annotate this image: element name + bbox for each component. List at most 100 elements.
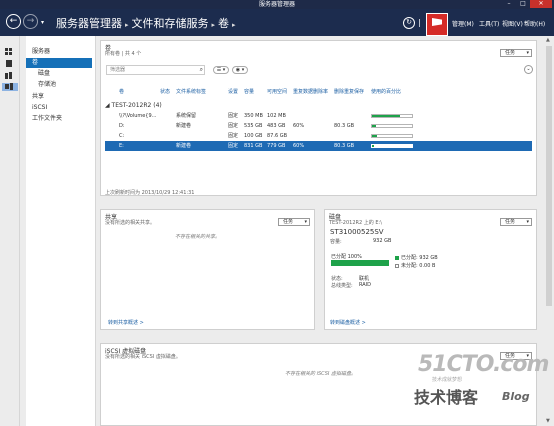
back-icon[interactable]: ← xyxy=(6,14,21,29)
collapse-icon[interactable]: ⌄ xyxy=(524,65,533,74)
cell-dedup-saved: 80.3 GB xyxy=(334,123,355,129)
criteria-button[interactable]: ◉ ▾ xyxy=(232,66,248,74)
sub-navigation: 服务器 卷 磁盘 存储池 共享 iSCSI 工作文件夹 xyxy=(26,36,96,426)
watermark-cn: 技术博客 xyxy=(414,388,479,407)
usage-bar xyxy=(371,144,413,148)
history-dropdown-icon[interactable]: ▾ xyxy=(41,19,44,26)
volumes-tasks-button[interactable]: 任务 xyxy=(500,49,532,57)
watermark-blog: Blog xyxy=(502,390,530,403)
col-percent-used[interactable]: 使用的百分比 xyxy=(371,88,401,95)
query-options-button[interactable]: ☰ ▾ xyxy=(213,66,229,74)
search-icon[interactable]: ⌕ xyxy=(200,66,203,74)
table-row[interactable]: C: 固定 100 GB 87.6 GB xyxy=(105,131,532,141)
usage-bar xyxy=(371,124,413,128)
cell-capacity: 535 GB xyxy=(244,123,263,129)
iscsi-subtitle: 没有所选的相关 iSCSI 虚拟磁盘。 xyxy=(105,354,181,360)
subnav-item-disks[interactable]: 磁盘 xyxy=(38,69,50,79)
scroll-thumb[interactable] xyxy=(546,46,552,306)
shares-overview-link[interactable]: 转到共享概述 > xyxy=(108,319,144,326)
cell-free-space: 87.6 GB xyxy=(267,133,288,139)
cell-capacity: 350 MB xyxy=(244,113,263,119)
col-label[interactable]: 文件系统标签 xyxy=(176,88,206,95)
unallocated-swatch xyxy=(395,263,399,268)
table-row[interactable]: D: 新建卷 固定 535 GB 483 GB 60% 80.3 GB xyxy=(105,121,532,131)
cell-free-space: 102 MB xyxy=(267,113,286,119)
legend-allocated-text: 已分配: 932 GB xyxy=(401,255,438,261)
legend-unallocated: 未分配: 0.00 B xyxy=(395,262,435,269)
col-provisioning[interactable]: 设置 xyxy=(228,88,238,95)
col-dedup-rate[interactable]: 重复数据删除率 xyxy=(293,88,328,95)
menu-manage[interactable]: 管理(M) xyxy=(452,19,474,28)
table-row[interactable]: E: 新建卷 固定 831 GB 779 GB 60% 80.3 GB xyxy=(105,141,532,151)
scroll-up-icon[interactable]: ▲ xyxy=(546,37,550,43)
menu-view[interactable]: 视图(V) xyxy=(502,19,523,28)
refresh-icon[interactable]: ↻ xyxy=(403,17,415,29)
cell-label: 系统保留 xyxy=(176,113,197,119)
shares-tasks-button[interactable]: 任务 xyxy=(278,218,310,226)
scroll-down-icon[interactable]: ▼ xyxy=(546,418,550,424)
breadcrumb-file-storage[interactable]: 文件和存储服务 xyxy=(132,17,209,30)
iscsi-empty-message: 不存在相关的 iSCSI 虚拟磁盘。 xyxy=(285,371,356,377)
dashboard-icon[interactable] xyxy=(5,48,15,56)
subnav-item-storage-pools[interactable]: 存储池 xyxy=(38,80,56,90)
allocated-percent-label: 已分配 100% xyxy=(331,254,362,260)
menu-tools[interactable]: 工具(T) xyxy=(479,19,499,28)
col-status[interactable]: 状态 xyxy=(160,88,170,95)
subnav-item-volumes[interactable]: 卷 xyxy=(26,58,92,68)
shares-subtitle: 没有所选的相关共享。 xyxy=(105,220,156,226)
maximize-icon[interactable]: □ xyxy=(516,0,530,8)
cell-volume: \\?\Volume{9... xyxy=(119,113,157,119)
minimize-icon[interactable]: – xyxy=(502,0,516,8)
filter-placeholder: 筛选器 xyxy=(110,67,126,73)
breadcrumb: 服务器管理器 ▸ 文件和存储服务 ▸ 卷 ▸ xyxy=(56,17,236,30)
disk-tasks-button[interactable]: 任务 xyxy=(500,218,532,226)
forward-icon[interactable]: → xyxy=(23,14,38,29)
breadcrumb-volumes[interactable]: 卷 xyxy=(218,17,229,30)
local-server-icon[interactable] xyxy=(5,60,15,68)
col-capacity[interactable]: 容量 xyxy=(244,88,254,95)
cell-volume: D: xyxy=(119,123,125,129)
menu-help[interactable]: 帮助(H) xyxy=(524,19,545,28)
table-row[interactable]: \\?\Volume{9... 系统保留 固定 350 MB 102 MB xyxy=(105,111,532,121)
subnav-item-iscsi[interactable]: iSCSI xyxy=(32,103,47,113)
usage-bar-fill xyxy=(372,125,376,127)
cell-dedup-rate: 60% xyxy=(293,123,305,129)
col-volume[interactable]: 卷 xyxy=(119,88,124,95)
allocation-bar xyxy=(331,260,389,266)
file-storage-icon[interactable] xyxy=(2,83,18,91)
disk-status-label: 状态: xyxy=(331,276,343,282)
disk-panel: 磁盘 TEST-2012R2 上的 E:\ 任务 ST31000525SV 容量… xyxy=(324,209,537,330)
usage-bar xyxy=(371,114,413,118)
window-title: 服务器管理器 xyxy=(258,1,295,8)
filter-input[interactable]: 筛选器 ⌕ xyxy=(106,65,205,75)
collapse-triangle-icon[interactable]: ◢ xyxy=(105,102,110,109)
cell-provisioning: 固定 xyxy=(228,143,239,149)
window-titlebar: 服务器管理器 – □ ✕ xyxy=(0,0,554,9)
server-group-header[interactable]: ◢ TEST-2012R2 (4) xyxy=(105,102,162,109)
notifications-flag-icon[interactable] xyxy=(426,13,448,36)
cell-capacity: 100 GB xyxy=(244,133,263,139)
separator: | xyxy=(418,18,421,27)
close-icon[interactable]: ✕ xyxy=(530,0,552,8)
disk-capacity-label: 容量: xyxy=(330,239,342,245)
breadcrumb-server-manager[interactable]: 服务器管理器 xyxy=(56,17,122,30)
watermark: 51CTO.com 技术成就梦想 技术博客 Blog xyxy=(404,352,549,422)
col-dedup-saved[interactable]: 删除重复保存 xyxy=(334,88,364,95)
cell-free-space: 779 GB xyxy=(267,143,286,149)
subnav-item-work-folders[interactable]: 工作文件夹 xyxy=(32,114,62,124)
disk-name: ST31000525SV xyxy=(330,228,384,236)
navigation-bar: ← → ▾ 服务器管理器 ▸ 文件和存储服务 ▸ 卷 ▸ ↻ | 管理(M) 工具(T) … xyxy=(0,9,554,36)
all-servers-icon[interactable] xyxy=(5,72,15,80)
col-free-space[interactable]: 可用空间 xyxy=(267,88,287,95)
cell-label: 新建卷 xyxy=(176,123,192,129)
cell-volume: E: xyxy=(119,143,124,149)
shares-empty-message: 不存在相关的共享。 xyxy=(175,234,221,240)
subnav-item-servers[interactable]: 服务器 xyxy=(32,47,50,57)
legend-unallocated-text: 未分配: 0.00 B xyxy=(401,263,436,269)
shares-panel: 共享 没有所选的相关共享。 任务 不存在相关的共享。 转到共享概述 > xyxy=(100,209,315,330)
usage-bar-fill xyxy=(372,145,375,147)
subnav-item-shares[interactable]: 共享 xyxy=(32,92,44,102)
window-controls: – □ ✕ xyxy=(502,0,552,9)
disk-overview-link[interactable]: 转到磁盘概述 > xyxy=(330,319,366,326)
cell-label: 新建卷 xyxy=(176,143,192,149)
